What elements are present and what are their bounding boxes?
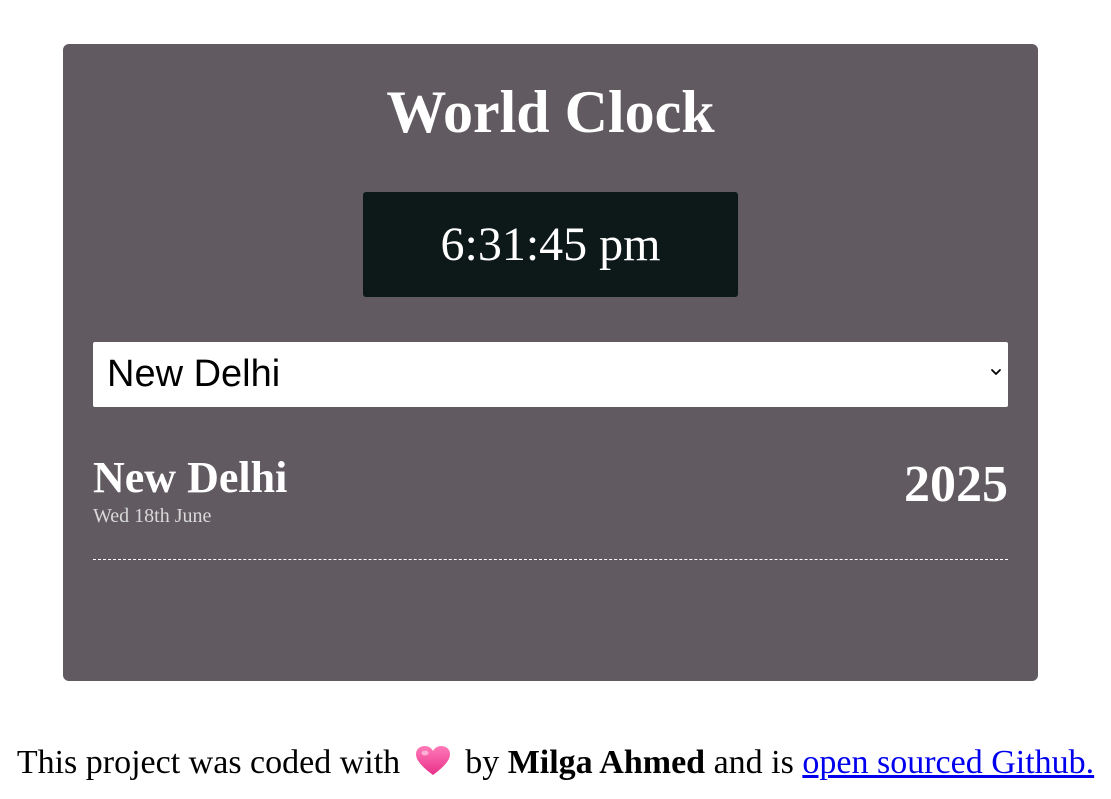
city-date: Wed 18th June — [93, 505, 212, 527]
city-year: 2025 — [904, 456, 1008, 513]
current-time-text: 6:31:45 pm — [440, 218, 661, 271]
city-select-dropdown[interactable]: New Delhi — [93, 342, 1008, 407]
city-select-value: New Delhi — [107, 353, 281, 395]
city-info: New Delhi Wed 18th June 2025 — [93, 453, 1008, 534]
current-time-display: 6:31:45 pm — [363, 192, 738, 297]
world-clock-card: World Clock 6:31:45 pm New Delhi New Del… — [63, 44, 1038, 681]
city-name: New Delhi — [93, 453, 288, 502]
page: World Clock 6:31:45 pm New Delhi New Del… — [0, 0, 1111, 799]
footer: This project was coded with by Milga Ahm… — [0, 744, 1111, 782]
footer-text-and: and is — [713, 744, 794, 781]
divider — [93, 559, 1008, 560]
page-title: World Clock — [386, 79, 715, 145]
heart-icon — [415, 746, 450, 775]
footer-text-before: This project was coded with — [16, 744, 401, 781]
footer-author: Milga Ahmed — [507, 744, 706, 781]
chevron-down-icon — [991, 369, 1001, 375]
footer-text-by: by — [465, 744, 500, 781]
github-link[interactable]: open sourced Github. — [802, 744, 1094, 781]
